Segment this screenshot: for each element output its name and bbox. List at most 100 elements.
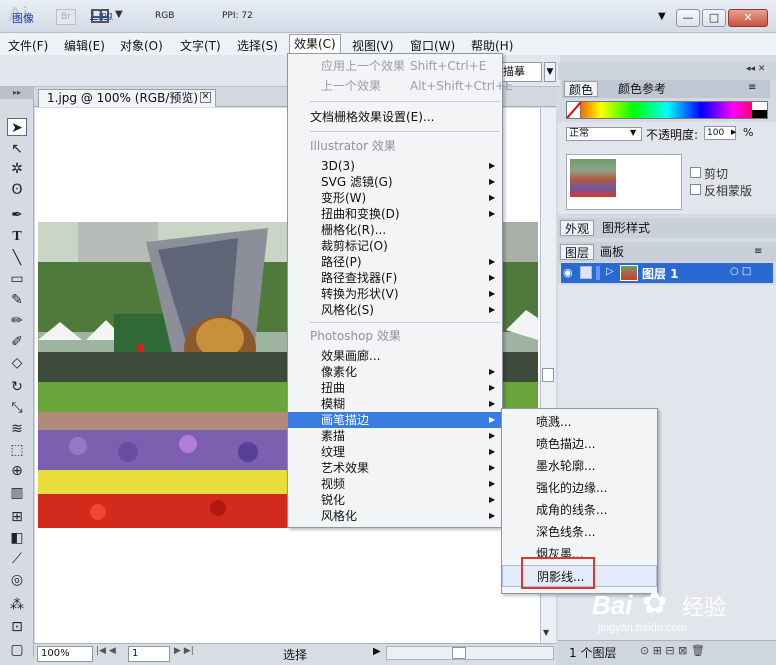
first-page-arrow-icon[interactable]: |◀ ◀ xyxy=(96,646,116,656)
menu-effect[interactable]: 效果(C) xyxy=(289,34,341,54)
menu-item-distort[interactable]: 扭曲 ▶ xyxy=(288,380,502,396)
chevron-down-icon[interactable]: ▼ xyxy=(544,62,556,82)
tab-color-guide[interactable]: 颜色参考 xyxy=(614,81,670,97)
close-button[interactable]: ✕ xyxy=(728,9,768,27)
menu-item-brush-strokes[interactable]: 画笔描边 ▶ xyxy=(288,412,502,428)
opacity-dropdown-icon[interactable]: ▶ xyxy=(731,128,736,136)
menu-item-warp[interactable]: 变形(W) ▶ xyxy=(288,190,502,206)
zoom-field[interactable]: 100% xyxy=(37,646,93,662)
menu-item-blur[interactable]: 模糊 ▶ xyxy=(288,396,502,412)
status-menu-arrow-icon[interactable]: ▶ xyxy=(373,646,381,657)
collapse-panels-icon[interactable]: ◂◂ ✕ xyxy=(746,64,765,74)
artboard-tool-icon[interactable]: ⊡ xyxy=(7,618,27,636)
visibility-eye-icon[interactable]: ◉ xyxy=(563,266,573,279)
magic-wand-tool-icon[interactable]: ✲ xyxy=(7,160,27,178)
menu-item-stylize-photoshop[interactable]: 风格化 ▶ xyxy=(288,508,502,524)
panel-dock-header[interactable] xyxy=(558,62,776,80)
chevron-down-icon[interactable]: ▼ xyxy=(115,9,123,20)
eyedropper-tool-icon[interactable]: ⟋ xyxy=(7,550,27,568)
horizontal-scrollbar-thumb[interactable] xyxy=(452,647,466,659)
mesh-tool-icon[interactable]: ⊞ xyxy=(7,508,27,526)
menu-item-stylize-illustrator[interactable]: 风格化(S) ▶ xyxy=(288,302,502,318)
menu-item-pathfinder[interactable]: 路径查找器(F) ▶ xyxy=(288,270,502,286)
menu-item-3d[interactable]: 3D(3) ▶ xyxy=(288,158,502,174)
menu-item-apply-last-effect[interactable]: 应用上一个效果 Shift+Ctrl+E xyxy=(288,58,502,74)
next-page-arrow-icon[interactable]: ▶ ▶| xyxy=(174,646,194,656)
gradient-tool-icon[interactable]: ◧ xyxy=(7,529,27,547)
menu-item-path[interactable]: 路径(P) ▶ xyxy=(288,254,502,270)
eraser-tool-icon[interactable]: ◇ xyxy=(7,354,27,372)
line-tool-icon[interactable]: ╲ xyxy=(7,249,27,267)
menu-item-sharpen[interactable]: 锐化 ▶ xyxy=(288,492,502,508)
menu-item-svg-filters[interactable]: SVG 滤镜(G) ▶ xyxy=(288,174,502,190)
workspace-dropdown-icon[interactable]: ▼ xyxy=(658,11,666,22)
menu-item-raster-effects-settings[interactable]: 文档栅格效果设置(E)... xyxy=(288,109,502,125)
tab-artboards[interactable]: 画板 xyxy=(596,244,628,260)
linked-file-link[interactable]: 1.jpg xyxy=(90,11,113,21)
expand-triangle-icon[interactable]: ▷ xyxy=(606,266,614,277)
screen-mode-icon[interactable]: ▢ xyxy=(7,641,27,659)
scale-tool-icon[interactable]: ⤡ xyxy=(7,399,27,417)
menu-item-crop-marks[interactable]: 裁剪标记(O) xyxy=(288,238,502,254)
panel-menu-icon[interactable]: ≡ xyxy=(748,82,756,93)
submenu-item-dark-strokes[interactable]: 深色线条... xyxy=(502,521,657,543)
menu-object[interactable]: 对象(O) xyxy=(120,37,163,54)
selection-tool-icon[interactable]: ➤ xyxy=(7,118,27,136)
menu-item-rasterize[interactable]: 栅格化(R)... xyxy=(288,222,502,238)
menu-help[interactable]: 帮助(H) xyxy=(471,37,513,54)
menu-item-texture[interactable]: 纹理 ▶ xyxy=(288,444,502,460)
tab-appearance[interactable]: 外观 xyxy=(560,220,595,236)
menu-file[interactable]: 文件(F) xyxy=(8,37,48,54)
color-spectrum-bar[interactable] xyxy=(566,101,768,119)
menu-item-video[interactable]: 视频 ▶ xyxy=(288,476,502,492)
menu-select[interactable]: 选择(S) xyxy=(237,37,278,54)
free-transform-tool-icon[interactable]: ⬚ xyxy=(7,441,27,459)
document-tab[interactable]: 1.jpg @ 100% (RGB/预览) xyxy=(38,89,216,107)
menu-item-artistic[interactable]: 艺术效果 ▶ xyxy=(288,460,502,476)
menu-item-effect-gallery[interactable]: 效果画廊... xyxy=(288,348,502,364)
submenu-item-accented-edges[interactable]: 强化的边缘... xyxy=(502,477,657,499)
menu-window[interactable]: 窗口(W) xyxy=(410,37,455,54)
lock-toggle[interactable] xyxy=(580,266,592,279)
clip-checkbox[interactable] xyxy=(690,167,701,178)
scrollbar-thumb[interactable] xyxy=(542,368,554,382)
none-swatch-icon[interactable] xyxy=(566,101,582,119)
submenu-item-ink-outlines[interactable]: 墨水轮廓... xyxy=(502,455,657,477)
white-swatch[interactable] xyxy=(752,102,767,110)
layer-name[interactable]: 图层 1 xyxy=(642,265,679,282)
rotate-tool-icon[interactable]: ↻ xyxy=(7,378,27,396)
direct-selection-tool-icon[interactable]: ↖ xyxy=(7,140,27,158)
type-tool-icon[interactable]: T xyxy=(7,228,27,246)
paintbrush-tool-icon[interactable]: ✎ xyxy=(7,291,27,309)
graph-tool-icon[interactable]: ▥ xyxy=(7,484,27,502)
blend-tool-icon[interactable]: ◎ xyxy=(7,571,27,589)
layers-actions-icons[interactable]: ⊙ ⊞ ⊟ ⊠ 🗑 xyxy=(640,644,705,657)
submenu-item-sprayed-strokes[interactable]: 喷色描边... xyxy=(502,433,657,455)
menu-item-last-effect[interactable]: 上一个效果 Alt+Shift+Ctrl+E xyxy=(288,78,513,94)
menu-view[interactable]: 视图(V) xyxy=(352,37,394,54)
tab-color[interactable]: 颜色 xyxy=(564,81,599,97)
warp-tool-icon[interactable]: ≋ xyxy=(7,420,27,438)
blob-brush-tool-icon[interactable]: ✐ xyxy=(7,333,27,351)
layers-panel-menu-icon[interactable]: ≡ xyxy=(754,246,762,257)
invert-mask-checkbox[interactable] xyxy=(690,184,701,195)
tab-layers[interactable]: 图层 xyxy=(560,244,595,260)
symbol-sprayer-tool-icon[interactable]: ⁂ xyxy=(7,596,27,614)
pencil-tool-icon[interactable]: ✏ xyxy=(7,312,27,330)
status-mode-label[interactable]: 选择 xyxy=(283,646,307,663)
bridge-button[interactable]: Br xyxy=(56,9,76,25)
submenu-item-spatter[interactable]: 喷溅... xyxy=(502,411,657,433)
menu-item-convert-to-shape[interactable]: 转换为形状(V) ▶ xyxy=(288,286,502,302)
black-swatch[interactable] xyxy=(752,110,767,118)
lasso-tool-icon[interactable]: ʘ xyxy=(7,181,27,199)
pen-tool-icon[interactable]: ✒ xyxy=(7,206,27,224)
tab-graphic-styles[interactable]: 图形样式 xyxy=(598,220,654,236)
submenu-item-angled-strokes[interactable]: 成角的线条... xyxy=(502,499,657,521)
horizontal-scrollbar[interactable] xyxy=(386,646,554,660)
menu-type[interactable]: 文字(T) xyxy=(180,37,221,54)
menu-item-sketch[interactable]: 素描 ▶ xyxy=(288,428,502,444)
tools-panel-header[interactable]: ▸▸ xyxy=(0,87,34,99)
artboard-number-field[interactable]: 1 xyxy=(128,646,170,662)
menu-item-distort-transform[interactable]: 扭曲和变换(D) ▶ xyxy=(288,206,502,222)
minimize-button[interactable]: — xyxy=(676,9,700,27)
